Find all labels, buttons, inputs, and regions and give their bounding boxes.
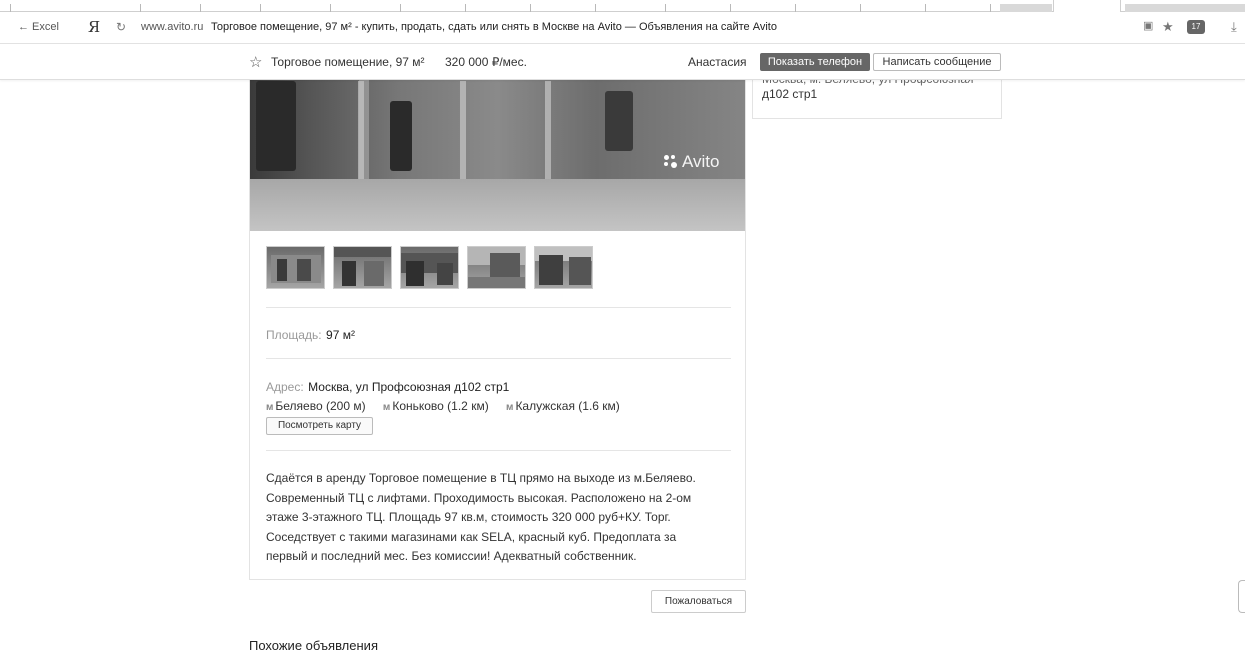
description-line: этаже 3-этажного ТЦ. Площадь 97 кв.м, ст… — [266, 510, 671, 524]
browser-tab-strip — [0, 0, 1245, 12]
metro-icon: м — [506, 402, 514, 413]
side-address-line2: д102 стр1 — [762, 87, 818, 101]
report-button[interactable]: Пожаловаться — [651, 590, 746, 613]
show-phone-button[interactable]: Показать телефон — [760, 53, 870, 71]
address-label: Адрес: — [266, 380, 304, 394]
description-line: Соседствует с такими магазинами как SELA… — [266, 529, 677, 544]
tab-strip-segment — [1000, 4, 1052, 12]
tab-divider — [860, 4, 861, 12]
reload-icon[interactable]: ↻ — [116, 20, 126, 34]
write-message-button[interactable]: Написать сообщение — [873, 53, 1001, 71]
metro-station: Коньково (1.2 км) — [392, 399, 489, 413]
address-row: Адрес: Москва, ул Профсоюзная д102 стр1 — [266, 378, 509, 396]
address-bar: ← Excel Я ↻ www.avito.ru Торговое помеще… — [0, 12, 1245, 44]
seller-name[interactable]: Анастасия — [688, 55, 747, 69]
tab-active[interactable] — [1053, 0, 1121, 12]
tab-strip-segment — [1125, 4, 1245, 12]
thumbnail[interactable] — [400, 246, 459, 289]
side-widget-tab[interactable] — [1238, 580, 1245, 613]
glass-door-frame — [545, 81, 551, 179]
tab-divider — [665, 4, 666, 12]
tab-divider — [795, 4, 796, 12]
url-page-title[interactable]: Торговое помещение, 97 м² - купить, прод… — [211, 21, 777, 33]
area-row: Площадь: 97 м² — [266, 326, 355, 344]
divider — [266, 307, 731, 308]
tab-divider — [530, 4, 531, 12]
main-photo[interactable]: Avito — [250, 61, 745, 231]
favorite-star-icon[interactable]: ☆ — [249, 53, 262, 71]
glass-door-frame — [460, 81, 466, 179]
tab-divider — [400, 4, 401, 12]
similar-listings-heading: Похожие объявления — [249, 638, 378, 653]
clothing-rack — [605, 91, 633, 151]
view-map-button[interactable]: Посмотреть карту — [266, 417, 373, 435]
floor — [250, 179, 745, 231]
tab-divider — [140, 4, 141, 12]
thumbnail[interactable] — [266, 246, 325, 289]
thumbnail[interactable] — [333, 246, 392, 289]
avito-watermark: Avito — [682, 152, 720, 171]
bookmark-page-icon[interactable]: ▣ — [1143, 19, 1153, 32]
item-price: 320 000 ₽/мес. — [445, 55, 527, 69]
star-icon[interactable]: ★ — [1162, 19, 1174, 35]
glass-door-frame — [358, 81, 364, 179]
address-value: Москва, ул Профсоюзная д102 стр1 — [308, 380, 510, 394]
metro-icon: м — [266, 402, 274, 413]
item-description: Сдаётся в аренду Торговое помещение в ТЦ… — [266, 469, 736, 567]
extension-icon[interactable]: 17 — [1187, 20, 1205, 34]
tab-divider — [925, 4, 926, 12]
clothing-rack — [256, 81, 296, 171]
metro-icon: м — [382, 402, 391, 413]
metro-station: Беляево (200 м) — [275, 399, 366, 413]
item-card: Avito Площадь: 97 м² Адрес: Москва, ул П… — [249, 60, 746, 580]
metro-list: м Беляево (200 м) м Коньково (1.2 км) м Кал… — [266, 399, 634, 413]
tab-divider — [200, 4, 201, 12]
thumbnail[interactable] — [534, 246, 593, 289]
tab-divider — [260, 4, 261, 12]
tab-divider — [595, 4, 596, 12]
tab-divider — [330, 4, 331, 12]
back-button[interactable]: ← Excel — [18, 21, 59, 33]
divider — [266, 358, 731, 359]
url-domain[interactable]: www.avito.ru — [141, 21, 203, 33]
description-line: Сдаётся в аренду Торговое помещение в ТЦ… — [266, 471, 696, 485]
tab-divider — [730, 4, 731, 12]
download-icon[interactable]: ⤓ — [1231, 19, 1237, 35]
description-line: первый и последний мес. Без комиссии! Ад… — [266, 549, 637, 563]
yandex-logo-icon[interactable]: Я — [88, 18, 100, 36]
area-label: Площадь: — [266, 328, 322, 342]
sticky-item-header: ☆ Торговое помещение, 97 м² 320 000 ₽/ме… — [0, 44, 1245, 80]
description-line: Современный ТЦ с лифтами. Проходимость в… — [266, 490, 692, 505]
tab-divider — [990, 4, 991, 12]
avito-logo-icon — [664, 155, 678, 169]
thumbnail[interactable] — [467, 246, 526, 289]
divider — [266, 450, 731, 451]
item-title: Торговое помещение, 97 м² — [271, 55, 425, 69]
metro-station: Калужская (1.6 км) — [515, 399, 620, 413]
tab-divider — [465, 4, 466, 12]
clothing-rack — [390, 101, 412, 171]
area-value: 97 м² — [326, 328, 355, 342]
tab-divider — [10, 4, 11, 12]
